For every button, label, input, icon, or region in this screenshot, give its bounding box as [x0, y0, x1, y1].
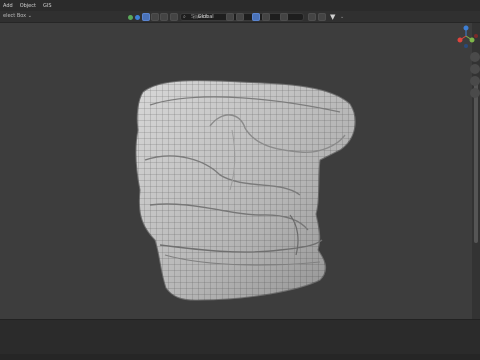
scrollbar-thumb[interactable]: [474, 83, 478, 243]
navigation-gizmo[interactable]: [452, 22, 480, 50]
gizmo-neg-z-icon[interactable]: [464, 44, 468, 48]
menu-add[interactable]: Add: [3, 3, 13, 9]
snap-icon[interactable]: [128, 14, 133, 20]
menu-object[interactable]: Object: [20, 3, 36, 9]
filter-icon[interactable]: ▼: [330, 13, 335, 21]
transform-orientation[interactable]: ⬚ Global: [193, 13, 214, 21]
dropdown-chevron-icon: ⌄: [26, 13, 32, 19]
bottom-editor-area: [0, 319, 480, 360]
proportional-edit-button[interactable]: [252, 13, 260, 21]
gizmo-z-axis-icon[interactable]: [463, 25, 469, 31]
light-toggle-button[interactable]: [170, 13, 178, 21]
overlay-button[interactable]: [280, 13, 288, 21]
toolbar-group: [128, 13, 133, 21]
filter-button-1[interactable]: [308, 13, 316, 21]
filter-button-2[interactable]: [318, 13, 326, 21]
zoom-view-button[interactable]: [470, 52, 480, 62]
gizmo-y-axis-icon[interactable]: [469, 37, 475, 43]
menu-bar: Add Object GIS: [0, 0, 480, 11]
falloff-button[interactable]: [262, 13, 270, 21]
camera-view-button[interactable]: [470, 76, 480, 86]
filter-dropdown-icon[interactable]: ⌄: [340, 13, 344, 21]
render-icon[interactable]: [135, 14, 140, 20]
select-mode[interactable]: elect Box ⌄: [3, 13, 32, 19]
search-icon: ⌕: [183, 14, 186, 20]
view-toggle-button[interactable]: [151, 13, 159, 21]
pan-view-button[interactable]: [470, 64, 480, 74]
select-box-label: elect Box: [3, 13, 27, 19]
viewport-header: elect Box ⌄ ⌕ Search ⬚ Global ▼ ⌄: [0, 11, 480, 23]
menu-gis[interactable]: GIS: [43, 3, 52, 9]
snapping-button[interactable]: [236, 13, 244, 21]
gizmo-neg-x-icon[interactable]: [474, 34, 478, 38]
orientation-label: Global: [197, 14, 214, 20]
ortho-toggle-button[interactable]: [470, 88, 480, 98]
pivot-point-button[interactable]: [226, 13, 234, 21]
selectable-toggle-button[interactable]: [142, 13, 150, 21]
gizmo-x-axis-icon[interactable]: [457, 37, 463, 43]
status-bar: [0, 354, 480, 360]
camera-toggle-button[interactable]: [160, 13, 168, 21]
viewport-canvas: [135, 80, 356, 301]
sculpted-mesh[interactable]: [135, 80, 356, 301]
3d-viewport[interactable]: [0, 23, 472, 319]
